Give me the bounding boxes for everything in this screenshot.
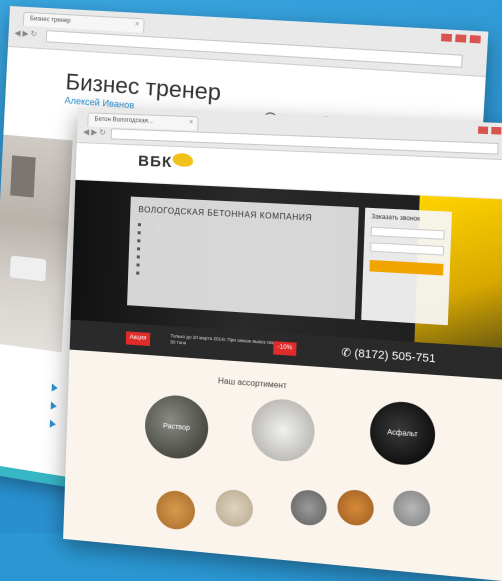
front-page: ВБК ВОЛОГОДСКАЯ БЕТОННАЯ КОМПАНИЯ Заказа… bbox=[63, 142, 502, 581]
name-input[interactable] bbox=[370, 226, 445, 240]
arrow-icon bbox=[51, 383, 58, 393]
nav-buttons[interactable]: ◀▶↻ bbox=[14, 28, 39, 38]
logo-icon bbox=[172, 152, 194, 167]
product-circle[interactable] bbox=[336, 488, 375, 527]
product-label bbox=[291, 504, 327, 507]
product-circle[interactable] bbox=[392, 489, 431, 528]
main-menu bbox=[434, 174, 487, 176]
phone-text: (8172) 505-751 bbox=[354, 347, 436, 366]
minimize-icon[interactable] bbox=[440, 33, 453, 42]
hero-photo bbox=[0, 134, 73, 353]
product-label bbox=[156, 506, 195, 509]
product-label: Раствор bbox=[162, 422, 191, 432]
promo-badge: Акция bbox=[125, 331, 151, 347]
phone-icon: ✆ bbox=[341, 346, 355, 360]
logo[interactable]: ВБК bbox=[138, 153, 173, 172]
callback-form: Заказать звонок bbox=[361, 207, 452, 326]
photo-chair bbox=[9, 255, 47, 282]
product-circle[interactable]: Раствор bbox=[143, 393, 210, 461]
photo-detail bbox=[10, 155, 36, 198]
close-tab-icon[interactable]: × bbox=[189, 119, 193, 126]
minimize-icon[interactable] bbox=[477, 126, 489, 135]
product-label bbox=[216, 505, 253, 508]
arrow-icon bbox=[49, 419, 57, 429]
promo-text: Только до 20 марта 2014г. При заказе выв… bbox=[170, 333, 282, 346]
product-circle[interactable]: Асфальт bbox=[368, 399, 437, 468]
window-controls bbox=[477, 126, 502, 135]
maximize-icon[interactable] bbox=[455, 34, 467, 43]
promo-percent: -10% bbox=[273, 341, 297, 356]
product-circle[interactable] bbox=[215, 488, 254, 529]
product-circle[interactable] bbox=[155, 489, 196, 532]
hero-panel: ВОЛОГОДСКАЯ БЕТОННАЯ КОМПАНИЯ bbox=[127, 196, 359, 320]
front-browser-window: Бетон Вологодская... × ◀▶↻ ВБК ВОЛОГОДСК… bbox=[63, 108, 502, 581]
maximize-icon[interactable] bbox=[491, 126, 502, 135]
product-label bbox=[337, 504, 373, 507]
nav-buttons[interactable]: ◀▶↻ bbox=[83, 127, 108, 137]
bullet-arrows bbox=[49, 383, 58, 429]
product-label bbox=[252, 425, 315, 430]
submit-button[interactable] bbox=[369, 259, 444, 276]
product-circle[interactable] bbox=[250, 397, 316, 464]
form-title: Заказать звонок bbox=[371, 214, 421, 223]
close-tab-icon[interactable]: × bbox=[135, 21, 140, 28]
front-tab-title: Бетон Вологодская... bbox=[94, 116, 154, 125]
back-tab-title: Бизнес тренер bbox=[29, 16, 71, 25]
product-circle[interactable] bbox=[290, 488, 328, 527]
hero-list bbox=[136, 220, 358, 289]
back-browser-tab[interactable]: Бизнес тренер × bbox=[22, 11, 145, 33]
arrow-icon bbox=[50, 401, 58, 411]
product-label bbox=[393, 505, 430, 508]
assortment-section: Наш ассортимент Раствор Асфальт bbox=[63, 349, 502, 581]
window-controls bbox=[440, 33, 481, 44]
phone-input[interactable] bbox=[370, 242, 445, 256]
product-label: Асфальт bbox=[387, 429, 418, 439]
close-window-icon[interactable] bbox=[469, 35, 481, 44]
phone-number[interactable]: ✆ (8172) 505-751 bbox=[341, 346, 436, 366]
